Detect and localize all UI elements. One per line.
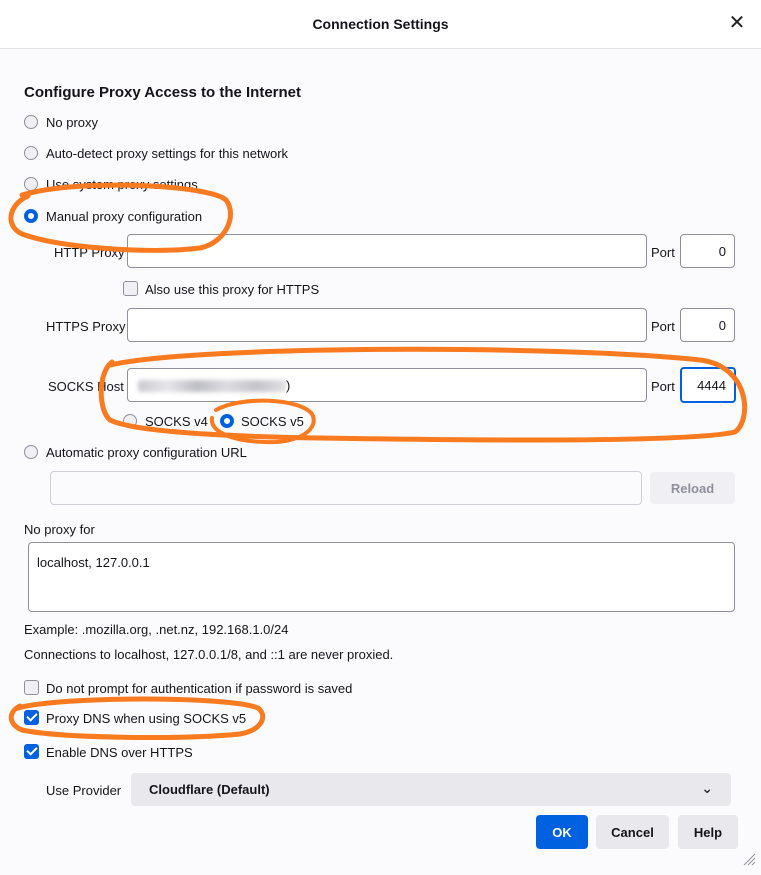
close-icon[interactable]: ✕ — [726, 12, 748, 34]
doh-checkbox[interactable] — [24, 744, 39, 759]
socks-v4-label: SOCKS v4 — [145, 414, 208, 429]
no-prompt-auth-label: Do not prompt for authentication if pass… — [46, 681, 353, 696]
system-proxy-label: Use system proxy settings — [46, 177, 198, 192]
no-prompt-auth-checkbox[interactable] — [24, 680, 39, 695]
socks-host-input[interactable]: ) — [127, 368, 647, 402]
doh-label: Enable DNS over HTTPS — [46, 745, 193, 760]
help-button[interactable]: Help — [678, 815, 738, 849]
localhost-note: Connections to localhost, 127.0.0.1/8, a… — [24, 647, 394, 662]
no-proxy-for-textarea[interactable]: localhost, 127.0.0.1 — [28, 542, 735, 612]
https-proxy-label: HTTPS Proxy — [46, 319, 126, 334]
also-https-checkbox[interactable] — [123, 281, 138, 296]
proxy-dns-label: Proxy DNS when using SOCKS v5 — [46, 711, 247, 726]
socks-v5-label: SOCKS v5 — [241, 414, 304, 429]
section-heading: Configure Proxy Access to the Internet — [24, 84, 302, 101]
no-proxy-radio[interactable] — [24, 115, 38, 129]
socks-host-suffix: ) — [286, 378, 291, 393]
manual-proxy-label: Manual proxy configuration — [46, 209, 203, 224]
dialog-title: Connection Settings — [312, 16, 449, 32]
provider-label: Use Provider — [46, 783, 122, 798]
no-proxy-for-label: No proxy for — [24, 522, 95, 537]
also-https-label: Also use this proxy for HTTPS — [145, 282, 320, 297]
auto-detect-label: Auto-detect proxy settings for this netw… — [46, 146, 289, 161]
socks-v5-radio[interactable] — [220, 414, 234, 428]
dialog-titlebar: Connection Settings ✕ — [0, 0, 761, 49]
http-proxy-input[interactable] — [127, 234, 647, 268]
http-port-input[interactable]: 0 — [680, 234, 735, 268]
https-port-label: Port — [651, 319, 675, 334]
system-proxy-radio[interactable] — [24, 177, 38, 191]
provider-select[interactable]: Cloudflare (Default) ⌄ — [131, 773, 731, 806]
http-port-label: Port — [651, 245, 675, 260]
auto-url-radio[interactable] — [24, 445, 38, 459]
ok-button[interactable]: OK — [536, 815, 588, 849]
provider-value: Cloudflare (Default) — [149, 782, 270, 797]
socks-v4-radio[interactable] — [123, 414, 137, 428]
orange-annotation-overlay — [8, 182, 748, 740]
proxy-dns-checkbox[interactable] — [24, 710, 39, 725]
auto-detect-radio[interactable] — [24, 146, 38, 160]
resize-grip-icon[interactable] — [742, 852, 756, 866]
https-port-input[interactable]: 0 — [680, 308, 735, 342]
socks-port-label: Port — [651, 379, 675, 394]
socks-host-label: SOCKS Host — [48, 379, 124, 394]
reload-button[interactable]: Reload — [650, 472, 735, 504]
http-proxy-label: HTTP Proxy — [54, 245, 125, 260]
no-proxy-label: No proxy — [46, 115, 99, 130]
cancel-button[interactable]: Cancel — [596, 815, 669, 849]
example-note: Example: .mozilla.org, .net.nz, 192.168.… — [24, 622, 289, 637]
auto-url-label: Automatic proxy configuration URL — [46, 445, 247, 460]
chevron-down-icon: ⌄ — [701, 780, 713, 796]
auto-url-input[interactable] — [50, 471, 642, 505]
redacted-host-blur — [138, 380, 286, 392]
manual-proxy-radio[interactable] — [24, 209, 38, 223]
https-proxy-input[interactable] — [127, 308, 647, 342]
socks-port-input[interactable]: 4444 — [680, 367, 736, 403]
